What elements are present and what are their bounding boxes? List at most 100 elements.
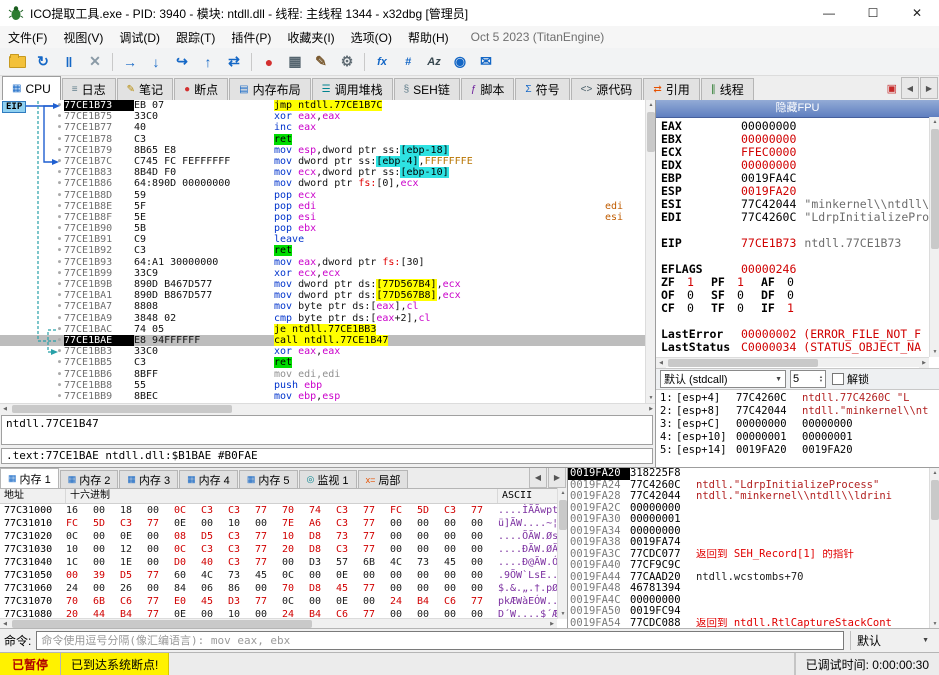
scroll-down-button[interactable]: ▼ xyxy=(646,393,655,403)
breakpoint-dot[interactable]: ● xyxy=(0,156,64,167)
dump-tab[interactable]: ▦ 内存 4 xyxy=(179,470,238,488)
breakpoint-dot[interactable]: ● xyxy=(0,257,64,268)
breakpoint-dot[interactable]: ● xyxy=(0,212,64,223)
disasm-row[interactable]: ● 77CE1B86 64:890D 00000000 mov dword ptr f… xyxy=(0,178,645,189)
disasm-row[interactable]: ● 77CE1B75 33C0 xor eax,eax xyxy=(0,111,645,122)
disasm-row[interactable]: ● 77CE1BB8 55 push ebp xyxy=(0,380,645,391)
stack-row[interactable]: 0019FA54 77CDC088 返回到 ntdll.RtlCaptureStac… xyxy=(568,618,929,629)
step-into-icon[interactable]: ↓ xyxy=(144,51,168,73)
register-row[interactable]: ECX FFEC0000 xyxy=(656,146,939,159)
breakpoint-dot[interactable]: ● xyxy=(0,245,64,256)
register-value[interactable]: 00000246 xyxy=(741,263,796,276)
dump-tab[interactable]: ▦ 内存 2 xyxy=(59,470,119,488)
register-value[interactable]: 00000000 xyxy=(741,120,796,133)
step-over-icon[interactable]: ↪ xyxy=(170,51,194,73)
breakpoint-dot[interactable]: ● xyxy=(0,279,64,290)
dump-row[interactable]: 77C31070 70 6B C6 77 E0 45 D3 77 0C 00 0E 00 24 B4 C6 77… xyxy=(0,595,567,608)
tab-threads[interactable]: ∥ 线程 xyxy=(700,78,754,100)
dump-row[interactable]: 77C31000 16 00 18 00 0C C3 C3 77 70 74 C3 77 FC 5D C3 77… xyxy=(0,504,567,517)
register-row[interactable]: ZF 1 PF 1 AF 0 xyxy=(656,276,939,289)
minimize-button[interactable]: — xyxy=(807,0,851,26)
scroll-thumb[interactable] xyxy=(668,359,818,367)
dump-tab-scroll-right-button[interactable]: ▶ xyxy=(548,468,566,488)
register-row[interactable]: EIP 77CE1B73 ntdll.77CE1B73 xyxy=(656,237,939,250)
dump-tab-scroll-left-button[interactable]: ◀ xyxy=(529,468,547,488)
menu-item[interactable]: 跟踪(T) xyxy=(168,27,223,48)
scroll-left-button[interactable]: ◀ xyxy=(656,358,666,368)
breakpoint-dot[interactable]: ● xyxy=(0,190,64,201)
stack-row[interactable]: 0019FA34 00000000 xyxy=(568,526,929,538)
breakpoint-dot[interactable]: ● xyxy=(0,234,64,245)
stack-row[interactable]: 0019FA38 0019FA74 xyxy=(568,537,929,549)
scroll-down-button[interactable]: ▼ xyxy=(558,609,567,619)
tab-call-stack[interactable]: ☰ 调用堆栈 xyxy=(311,78,393,100)
register-row[interactable]: EBP 0019FA4C xyxy=(656,172,939,185)
tab-source[interactable]: <> 源代码 xyxy=(570,78,643,100)
stack-row[interactable]: 0019FA44 77CAAD20 ntdll.wcstombs+70 xyxy=(568,572,929,584)
disasm-row[interactable]: ● 77CE1BA7 8808 mov byte ptr ds:[eax],cl xyxy=(0,301,645,312)
tab-seh[interactable]: § SEH链 xyxy=(393,78,460,100)
disasm-row[interactable]: ● 77CE1B92 C3 ret xyxy=(0,245,645,257)
menu-item[interactable]: 帮助(H) xyxy=(400,27,457,48)
breakpoint-dot[interactable]: ● xyxy=(0,223,64,234)
menu-item[interactable]: 选项(O) xyxy=(343,27,400,48)
dump-row[interactable]: 77C31030 10 00 12 00 0C C3 C3 77 20 D8 C3 77 00 00 00 00… xyxy=(0,543,567,556)
stack-row[interactable]: 0019FA30 00000001 xyxy=(568,514,929,526)
scroll-right-button[interactable]: ▶ xyxy=(919,358,929,368)
flag-value[interactable]: 1 xyxy=(787,302,811,315)
breakpoint-dot[interactable]: ● xyxy=(0,145,64,156)
dump-horizontal-scrollbar[interactable]: ◀ ▶ xyxy=(0,618,557,628)
breakpoint-dot[interactable]: ● xyxy=(0,380,64,391)
run-icon[interactable]: → xyxy=(118,51,142,73)
assemble-icon[interactable]: Az xyxy=(422,51,446,73)
stack-vertical-scrollbar[interactable]: ▲ ▼ xyxy=(929,468,939,628)
register-value[interactable]: 77C42044 xyxy=(741,198,796,211)
disasm-row[interactable]: ● 77CE1B90 5B pop ebx xyxy=(0,223,645,234)
register-row[interactable] xyxy=(656,315,939,328)
stack-row[interactable]: 0019FA2C 00000000 xyxy=(568,503,929,515)
calling-convention-select[interactable]: 默认 (stdcall) ▼ xyxy=(660,370,786,388)
argument-depth-stepper[interactable]: 5 ▲ ▼ xyxy=(790,370,826,388)
stack-row[interactable]: 0019FA3C 77CDC077 返回到 SEH_Record[1] 的指针 xyxy=(568,549,929,561)
flag-value[interactable]: 0 xyxy=(687,289,711,302)
argument-row[interactable]: 2: [esp+8] 77C42044 ntdll."minkernel\\nt xyxy=(656,405,939,418)
breakpoint-dot[interactable]: ● xyxy=(0,301,64,312)
register-value[interactable]: 77C4260C xyxy=(741,211,796,224)
tab-log[interactable]: ≡ 日志 xyxy=(61,78,116,100)
dump-tab[interactable]: ▦ 内存 5 xyxy=(238,470,298,488)
breakpoint-dot[interactable]: ● xyxy=(0,369,64,380)
breakpoint-dot[interactable]: ● xyxy=(0,313,64,324)
register-value[interactable]: 00000002 (ERROR_FILE_NOT_F xyxy=(741,328,921,341)
menu-item[interactable]: 文件(F) xyxy=(0,27,55,48)
disasm-row[interactable]: ● 77CE1B8F 5E pop esi esi xyxy=(0,212,645,223)
settings-icon[interactable]: ⚙ xyxy=(335,51,359,73)
hash-icon[interactable]: # xyxy=(396,51,420,73)
scroll-thumb[interactable] xyxy=(12,405,232,413)
scroll-left-button[interactable]: ◀ xyxy=(0,619,10,628)
flag-value[interactable]: 0 xyxy=(787,289,811,302)
breakpoint-icon[interactable]: ● xyxy=(257,51,281,73)
register-value[interactable]: C0000034 (STATUS_OBJECT_NA xyxy=(741,341,921,354)
scroll-thumb[interactable] xyxy=(559,500,567,530)
disasm-row[interactable]: ● 77CE1BB6 8BFF mov edi,edi xyxy=(0,369,645,380)
breakpoint-dot[interactable]: ● xyxy=(0,335,64,346)
disasm-row[interactable]: ● 77CE1B79 8B65 E8 mov esp,dword ptr ss:[eb… xyxy=(0,144,645,156)
breakpoint-dot[interactable]: ● xyxy=(0,290,64,301)
argument-row[interactable]: 4: [esp+10] 00000001 00000001 xyxy=(656,431,939,444)
dump-tab[interactable]: ◎ 监视 1 xyxy=(298,470,357,488)
scroll-right-button[interactable]: ▶ xyxy=(646,404,655,413)
tab-symbols[interactable]: Σ 符号 xyxy=(515,78,570,100)
breakpoint-dot[interactable]: ● xyxy=(0,134,64,145)
close-debuggee-icon[interactable]: ✕ xyxy=(83,51,107,73)
stack-row[interactable]: 0019FA20 318225F8 xyxy=(568,468,929,480)
argument-row[interactable]: 1: [esp+4] 77C4260C ntdll.77C4260C "L xyxy=(656,392,939,405)
breakpoint-dot[interactable]: ● xyxy=(0,178,64,189)
menu-item[interactable]: 调试(D) xyxy=(111,27,168,48)
tab-extra-icon[interactable]: ▣ xyxy=(887,82,897,95)
scroll-down-button[interactable]: ▼ xyxy=(930,619,939,628)
disasm-row[interactable]: ● 77CE1B9B 890D B467D577 mov dword ptr ds:[… xyxy=(0,279,645,290)
disasm-row[interactable]: ● 77CE1B91 C9 leave xyxy=(0,234,645,245)
disassembly-horizontal-scrollbar[interactable]: ◀ ▶ xyxy=(0,403,655,413)
scroll-up-button[interactable]: ▲ xyxy=(930,468,939,478)
register-row[interactable] xyxy=(656,250,939,263)
